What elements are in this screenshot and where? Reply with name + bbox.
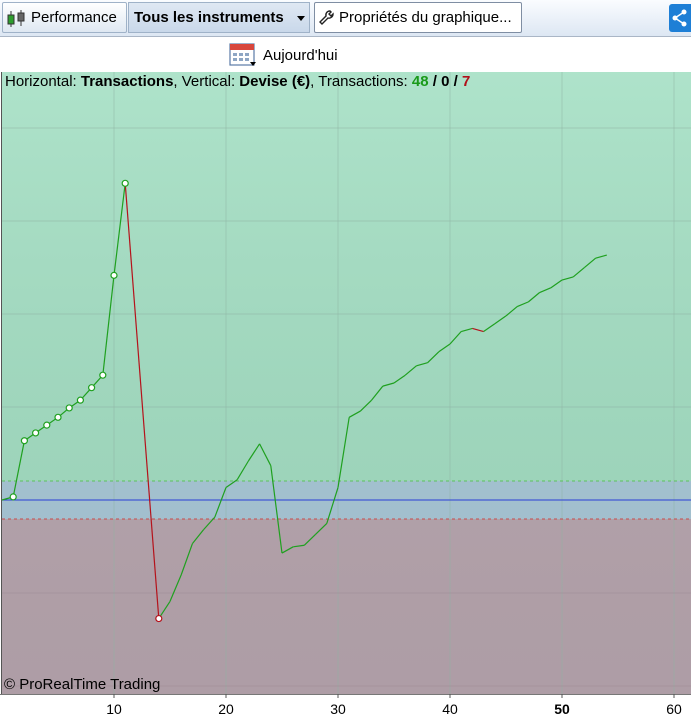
transactions-prefix: , Transactions: bbox=[310, 73, 412, 90]
copyright-text: © ProRealTime Trading bbox=[4, 676, 161, 693]
x-tick-label: 10 bbox=[106, 701, 122, 717]
performance-button[interactable]: Performance bbox=[2, 2, 127, 33]
wrench-icon bbox=[319, 10, 334, 25]
share-button[interactable] bbox=[669, 4, 691, 32]
toolbar: Performance Tous les instruments Proprié… bbox=[0, 0, 691, 37]
trade-point-marker bbox=[110, 271, 118, 279]
trade-point-marker bbox=[65, 404, 73, 412]
trade-point-marker bbox=[43, 421, 51, 429]
x-tick-label: 60 bbox=[666, 701, 682, 717]
today-button[interactable]: Aujourd'hui bbox=[229, 40, 338, 70]
today-label: Aujourd'hui bbox=[263, 46, 338, 64]
trade-point-marker bbox=[9, 493, 17, 501]
chart-properties-button[interactable]: Propriétés du graphique... bbox=[314, 2, 522, 33]
vertical-prefix: , Vertical: bbox=[173, 73, 240, 90]
x-tick-label: 40 bbox=[442, 701, 458, 717]
calendar-icon bbox=[229, 43, 256, 66]
trade-point-marker bbox=[31, 429, 40, 437]
separator-2: / bbox=[449, 73, 462, 90]
shade-overlay bbox=[2, 72, 691, 694]
chart-info-line: Horizontal: Transactions, Vertical: Devi… bbox=[5, 73, 470, 90]
instruments-dropdown[interactable]: Tous les instruments bbox=[128, 2, 310, 33]
trade-point-marker bbox=[155, 614, 163, 623]
winning-trades-count: 48 bbox=[411, 73, 429, 90]
trade-point-marker bbox=[54, 413, 62, 421]
x-tick-label: 30 bbox=[330, 701, 346, 717]
trade-point-marker bbox=[121, 179, 129, 187]
performance-label: Performance bbox=[31, 9, 117, 26]
trade-point-marker bbox=[99, 371, 107, 379]
x-tick-label: 20 bbox=[218, 701, 234, 717]
vertical-value: Devise (€) bbox=[239, 73, 311, 90]
trade-point-marker bbox=[87, 384, 96, 392]
instruments-label: Tous les instruments bbox=[134, 9, 284, 26]
equity-curve-plot[interactable] bbox=[0, 72, 691, 720]
equity-chart[interactable]: Horizontal: Transactions, Vertical: Devi… bbox=[0, 72, 691, 720]
secondary-toolbar: Aujourd'hui bbox=[0, 37, 691, 72]
horizontal-prefix: Horizontal: bbox=[5, 73, 81, 90]
trade-point-marker bbox=[20, 437, 28, 445]
separator-1: / bbox=[428, 73, 442, 90]
horizontal-value: Transactions bbox=[80, 73, 174, 90]
trade-point-marker bbox=[76, 396, 85, 404]
candlestick-icon bbox=[7, 10, 25, 27]
chevron-down-icon bbox=[297, 16, 305, 21]
x-tick-label: 50 bbox=[554, 701, 570, 717]
share-icon bbox=[672, 9, 687, 27]
losing-trades-count: 7 bbox=[461, 73, 471, 90]
chart-properties-label: Propriétés du graphique... bbox=[339, 9, 512, 26]
